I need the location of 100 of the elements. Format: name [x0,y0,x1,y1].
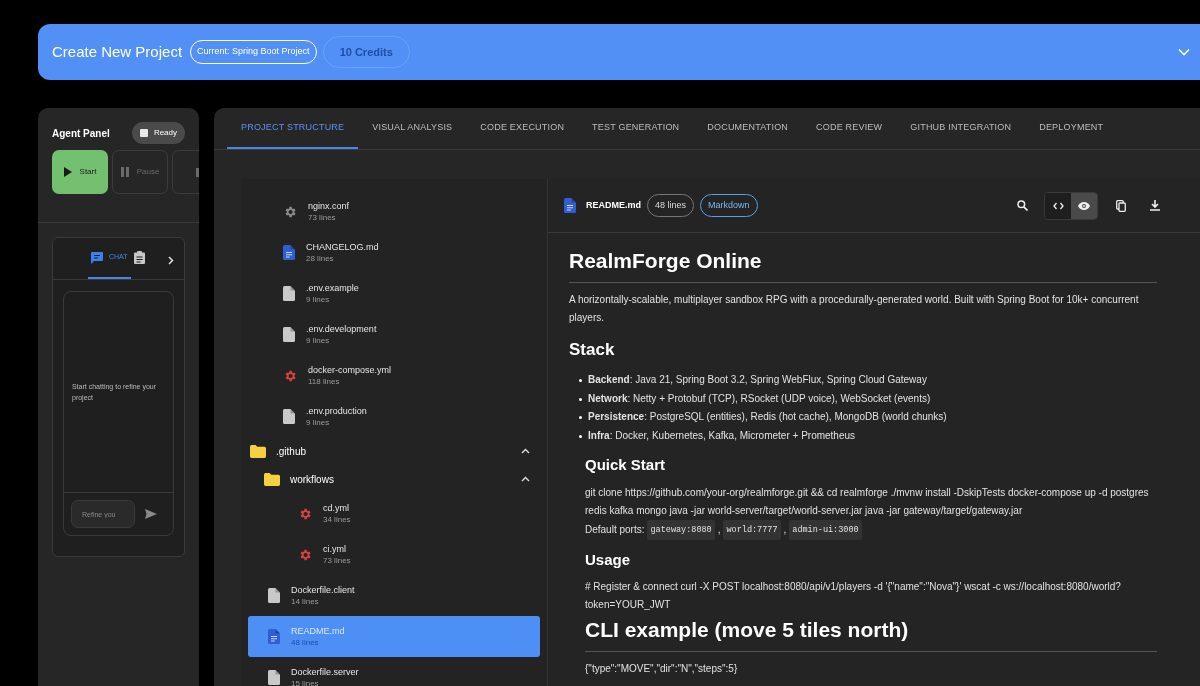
file-row[interactable]: ci.yml 73 lines [248,534,540,575]
inline-code: world:7777 [723,519,781,540]
line-count: 73 lines [308,211,337,224]
file-row[interactable]: cd.yml 34 lines [248,493,540,534]
code-icon [1052,201,1064,210]
document-icon [268,629,280,644]
list-item: Network: Netty + Protobuf (TCP), RSocket (UDP voice), WebSocket (events) [588,391,931,406]
document-icon [283,409,295,424]
file-title: README.md [586,198,641,212]
chevron-up-icon[interactable] [521,448,530,454]
file-name: Dockerfile.server [291,665,359,678]
tab[interactable]: PROJECT STRUCTURE [227,108,359,149]
line-count: 118 lines [308,375,341,388]
file-name: Dockerfile.client [291,583,355,596]
text: Default ports: [585,522,645,537]
gear-icon [283,368,297,383]
tab[interactable]: TEST GENERATION [578,108,694,149]
download-icon[interactable] [1150,200,1160,211]
text: , [783,522,787,537]
line-count: 14 lines [291,595,320,608]
file-row[interactable]: Dockerfile.server 15 lines [248,657,540,686]
paragraph: git clone https://github.com/your-org/realmforge.git && cd realmforge ./mvnw install -DskipTests docker-compose up -d postgres redis kafka mongo java -jar world-server/target/world-server.jar java -jar gateway/target/gateway.jar [585,485,1150,518]
list-item: Infra: Docker, Kubernetes, Kafka, Micrometer + Prometheus [588,428,856,443]
folder-icon [250,444,266,458]
paragraph: A horizontally-scalable, multiplayer sandbox RPG with a procedurally-generated world. Built with Spring Boot for 10k+ concurrent players. [569,292,1140,325]
tab[interactable]: CODE EXECUTION [466,108,579,149]
document-icon [564,198,576,213]
inline-code: gateway:8080 [647,519,715,540]
line-count: 15 lines [291,677,320,686]
folder-row[interactable]: .github [248,437,540,465]
heading: RealmForge Online [569,245,1157,283]
file-row[interactable]: nginx.conf 73 lines [248,191,540,232]
list-item: Persistence: PostgreSQL (entities), Redis (hot cache), MongoDB (world chunks) [588,410,947,424]
file-row[interactable]: .env.development 9 lines [248,314,540,355]
line-count: 73 lines [323,554,351,567]
file-row[interactable]: .env.production 9 lines [248,396,540,437]
header-title: Create New Project [52,41,183,62]
file-name: .env.development [306,322,377,335]
chat-icon [91,251,103,264]
view-mode-button[interactable] [1071,192,1097,219]
bullet-icon [579,434,582,438]
file-name: docker-compose.yml [308,363,392,376]
gear-icon [283,204,297,219]
paragraph: {"type":"MOVE","dir":"N","steps":5} [585,661,739,676]
line-count: 9 lines [306,416,331,429]
tab[interactable]: DEPLOYMENT [1025,108,1118,149]
heading: Usage [585,549,632,570]
document-icon [283,245,295,260]
gear-icon [298,506,312,521]
file-row[interactable]: .env.example 9 lines [248,273,540,314]
file-row[interactable]: docker-compose.yml 118 lines [248,355,540,396]
text: , [717,522,721,537]
view-mode-button[interactable] [1045,192,1071,219]
line-count: 28 lines [306,252,335,265]
heading: CLI example (move 5 tiles north) [585,614,1157,652]
bullet-icon [579,416,582,419]
paragraph: # Register & connect curl -X POST localhost:8080/api/v1/players -d '{"name":"Nova"}' wscat -c ws://localhost:8080/world?token=YOUR_JWT [585,580,1122,612]
stop-icon [139,129,148,137]
file-name: .env.production [306,404,367,417]
control-button[interactable]: Start [52,150,108,194]
chevron-up-icon[interactable] [521,476,530,482]
panel-title: Agent Panel [52,126,110,141]
status-label: Ready [153,127,177,139]
list-item: Backend: Java 21, Spring Boot 3.2, Spring WebFlux, Spring Cloud Gateway [588,373,927,387]
send-icon[interactable] [145,509,157,519]
chevron-down-icon[interactable] [1178,48,1190,56]
tab[interactable]: VISUAL ANALYSIS [358,108,467,149]
tab[interactable]: DOCUMENTATION [693,108,803,149]
file-name: nginx.conf [308,199,350,212]
file-name: README.md [291,624,345,637]
file-name: CHANGELOG.md [306,240,379,253]
line-count: 9 lines [306,334,331,347]
tab[interactable]: GITHUB INTEGRATION [896,108,1026,149]
eye-icon [1078,201,1090,210]
file-name: cd.yml [323,501,350,514]
document-icon [268,670,280,685]
play-icon [63,167,72,177]
folder-icon [264,472,280,486]
pause-icon [120,167,129,177]
inline-code: admin-ui:3000 [789,519,862,540]
document-icon [268,588,280,603]
search-icon[interactable] [1017,200,1028,211]
file-row[interactable]: Dockerfile.client 14 lines [248,575,540,616]
document-icon [283,327,295,342]
chevron-right-icon[interactable] [168,256,174,265]
bullet-icon [579,397,582,401]
file-name: ci.yml [323,542,347,555]
clipboard-icon [133,251,145,264]
gear-icon [298,547,312,562]
heading: Quick Start [585,455,667,475]
bullet-icon [579,379,582,382]
folder-row[interactable]: workflows [248,465,540,493]
file-row[interactable]: CHANGELOG.md 28 lines [248,232,540,273]
line-count: 9 lines [306,293,331,306]
document-icon [283,286,295,301]
file-name: .env.example [306,281,359,294]
line-count: 34 lines [323,513,351,526]
copy-icon[interactable] [1116,199,1126,212]
tab[interactable]: CODE REVIEW [802,108,897,149]
heading: Stack [569,338,616,361]
